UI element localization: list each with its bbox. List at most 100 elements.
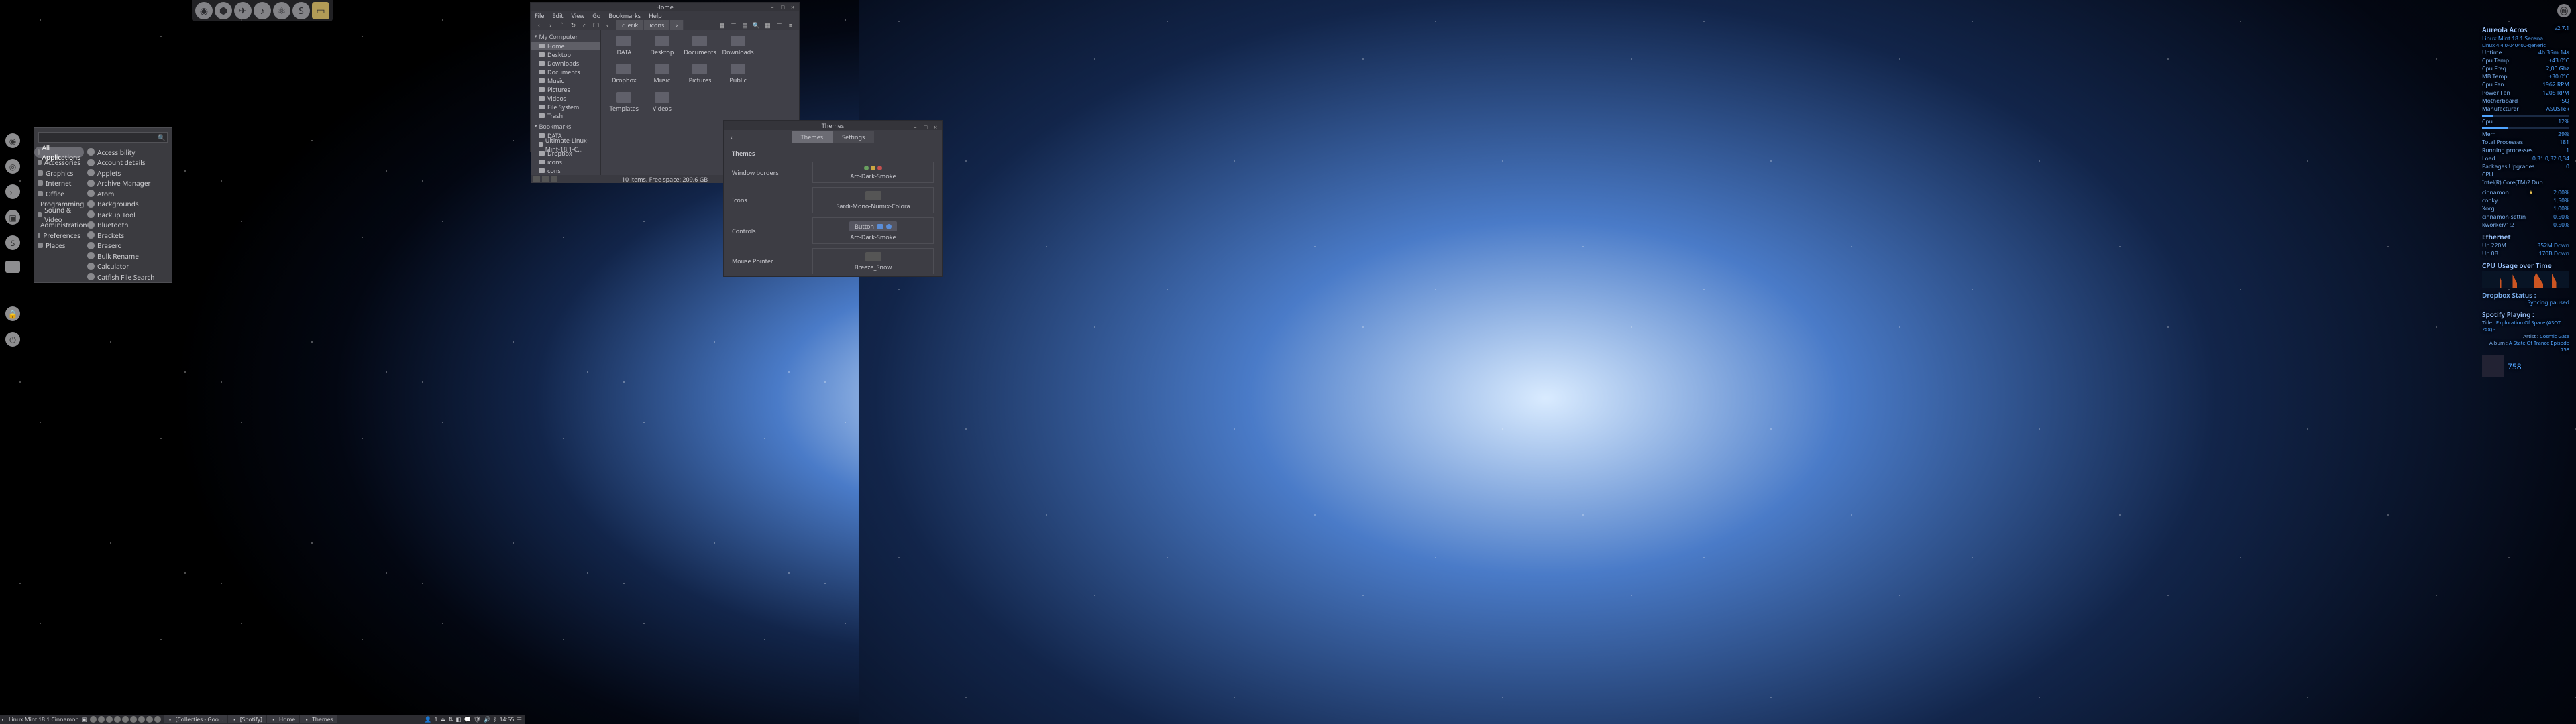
theme-picker[interactable]: ButtonArc-Dark-Smoke (812, 217, 934, 244)
tray-network-icon[interactable]: ⇅ (448, 716, 453, 723)
sidebar-item-ultimate-linux-mint-c-[interactable]: Ultimate-Linux-Mint-18.1-C... (531, 140, 600, 149)
sidebar-item-desktop[interactable]: Desktop (531, 50, 600, 59)
app-brasero[interactable]: Brasero (84, 241, 172, 251)
view-list2-button[interactable]: ☰ (774, 21, 784, 30)
ql-5[interactable] (122, 716, 129, 723)
ql-3[interactable] (106, 716, 113, 723)
tray-notify-icon[interactable]: 💬 (464, 716, 472, 723)
maximize-icon[interactable]: □ (781, 4, 787, 10)
category-graphics[interactable]: Graphics (34, 168, 84, 178)
tray-user-icon[interactable]: 👤 (425, 716, 432, 723)
ql-2[interactable] (98, 716, 105, 723)
dock-firefox[interactable]: ◉ (195, 2, 213, 19)
app-accessibility[interactable]: Accessibility (84, 147, 172, 158)
sidebar-item-music[interactable]: Music (531, 76, 600, 85)
dock-telegram[interactable]: ✈ (234, 2, 252, 19)
menu-button[interactable]: ◐ (0, 716, 7, 723)
side-sublime-icon[interactable]: S (5, 235, 20, 250)
show-desktop-button[interactable]: ▣ (81, 716, 88, 723)
app-account-details[interactable]: Account details (84, 158, 172, 168)
clock[interactable]: 14:55 (500, 716, 515, 723)
ql-6[interactable] (130, 716, 137, 723)
sidebar-item-file-system[interactable]: File System (531, 103, 600, 111)
category-preferences[interactable]: Preferences (34, 230, 84, 241)
view-toggle-button[interactable] (551, 176, 557, 182)
crumb-next[interactable]: › (670, 20, 684, 30)
tray-removable-icon[interactable]: ⏏ (440, 716, 445, 723)
app-bluetooth[interactable]: Bluetooth (84, 220, 172, 231)
theme-picker[interactable]: Sardi-Mono-Numix-Colora (812, 187, 934, 213)
folder-templates[interactable]: Templates (606, 92, 642, 117)
menu-go[interactable]: Go (592, 11, 600, 20)
side-folder-icon[interactable] (5, 261, 20, 273)
menu-view[interactable]: View (572, 11, 585, 20)
view-list-button[interactable]: ☰ (729, 21, 739, 30)
view-icons-button[interactable]: ▦ (717, 21, 727, 30)
side-lock-icon[interactable]: 🔒 (5, 306, 20, 321)
sidebar-item-cons[interactable]: cons (531, 166, 600, 175)
app-archive-manager[interactable]: Archive Manager (84, 178, 172, 189)
category-administration[interactable]: Administration (34, 220, 84, 231)
app-backgrounds[interactable]: Backgrounds (84, 199, 172, 210)
app-brackets[interactable]: Brackets (84, 230, 172, 241)
window-titlebar[interactable]: Themes – □ × (724, 121, 942, 130)
menu-file[interactable]: File (535, 11, 544, 20)
workspace-indicator[interactable]: 1 (434, 716, 437, 723)
tray-volume-icon[interactable]: 🔊 (484, 716, 491, 723)
tray-calendar-icon[interactable]: ☰ (517, 716, 522, 723)
folder-documents[interactable]: Documents (682, 36, 718, 61)
ql-4[interactable] (114, 716, 121, 723)
category-office[interactable]: Office (34, 188, 84, 199)
tray-bluetooth-icon[interactable]: ᛒ (494, 716, 497, 723)
theme-picker[interactable]: Breeze_Snow (812, 248, 934, 274)
sidebar-item-documents[interactable]: Documents (531, 68, 600, 76)
theme-picker[interactable]: Arc-Dark-Smoke (812, 162, 934, 183)
folder-public[interactable]: Public (720, 64, 756, 89)
side-terminal-icon[interactable]: ›_ (5, 184, 20, 199)
back-button[interactable]: ‹ (534, 21, 544, 30)
sidebar-item-videos[interactable]: Videos (531, 94, 600, 103)
side-power-icon[interactable]: ⏻ (5, 332, 20, 347)
app-backup-tool[interactable]: Backup Tool (84, 209, 172, 220)
path-toggle[interactable]: ‹ (602, 21, 612, 30)
close-icon[interactable]: × (791, 4, 797, 10)
view-tree-button[interactable] (533, 176, 540, 182)
ql-1[interactable] (90, 716, 97, 723)
menu-edit[interactable]: Edit (552, 11, 563, 20)
maximize-icon[interactable]: □ (924, 123, 930, 129)
chevron-down-icon[interactable]: ▾ (535, 123, 537, 129)
ql-8[interactable] (146, 716, 153, 723)
folder-music[interactable]: Music (645, 64, 680, 89)
back-button[interactable]: ‹ (731, 133, 733, 141)
minimize-icon[interactable]: – (914, 123, 920, 129)
dock-atom[interactable]: ⚛ (273, 2, 290, 19)
folder-downloads[interactable]: Downloads (720, 36, 756, 61)
app-atom[interactable]: Atom (84, 188, 172, 199)
home-button[interactable]: ⌂ (580, 21, 590, 30)
task-home[interactable]: ▪Home (267, 715, 299, 723)
sidebar-item-icons[interactable]: icons (531, 158, 600, 166)
task--spotify-[interactable]: ▪[Spotify] (228, 715, 266, 723)
computer-button[interactable]: 🖵 (591, 21, 601, 30)
crumb-1[interactable]: icons (644, 20, 670, 30)
side-firefox-icon[interactable]: ◉ (5, 133, 20, 148)
forward-button[interactable]: › (545, 21, 555, 30)
category-sound-video[interactable]: Sound & Video (34, 209, 84, 220)
view-places-button[interactable] (542, 176, 549, 182)
category-all-applications[interactable]: All Applications (34, 147, 84, 158)
app-applets[interactable]: Applets (84, 168, 172, 178)
sidebar-item-home[interactable]: Home (531, 42, 600, 50)
chevron-down-icon[interactable]: ▾ (535, 34, 537, 40)
app-catfish-file-search[interactable]: Catfish File Search (84, 272, 172, 282)
app-calculator[interactable]: Calculator (84, 261, 172, 272)
task-themes[interactable]: ▪Themes (300, 715, 337, 723)
tray-dropbox-icon[interactable]: ◧ (456, 716, 462, 723)
mint-logo-icon[interactable]: ⓜ (2557, 4, 2571, 17)
category-places[interactable]: Places (34, 241, 84, 251)
up-button[interactable]: ˄ (557, 21, 567, 30)
dock-steam[interactable]: ⬢ (215, 2, 232, 19)
window-titlebar[interactable]: Home – □ × (531, 3, 799, 11)
sidebar-item-downloads[interactable]: Downloads (531, 59, 600, 68)
close-icon[interactable]: × (934, 123, 940, 129)
folder-dropbox[interactable]: Dropbox (606, 64, 642, 89)
